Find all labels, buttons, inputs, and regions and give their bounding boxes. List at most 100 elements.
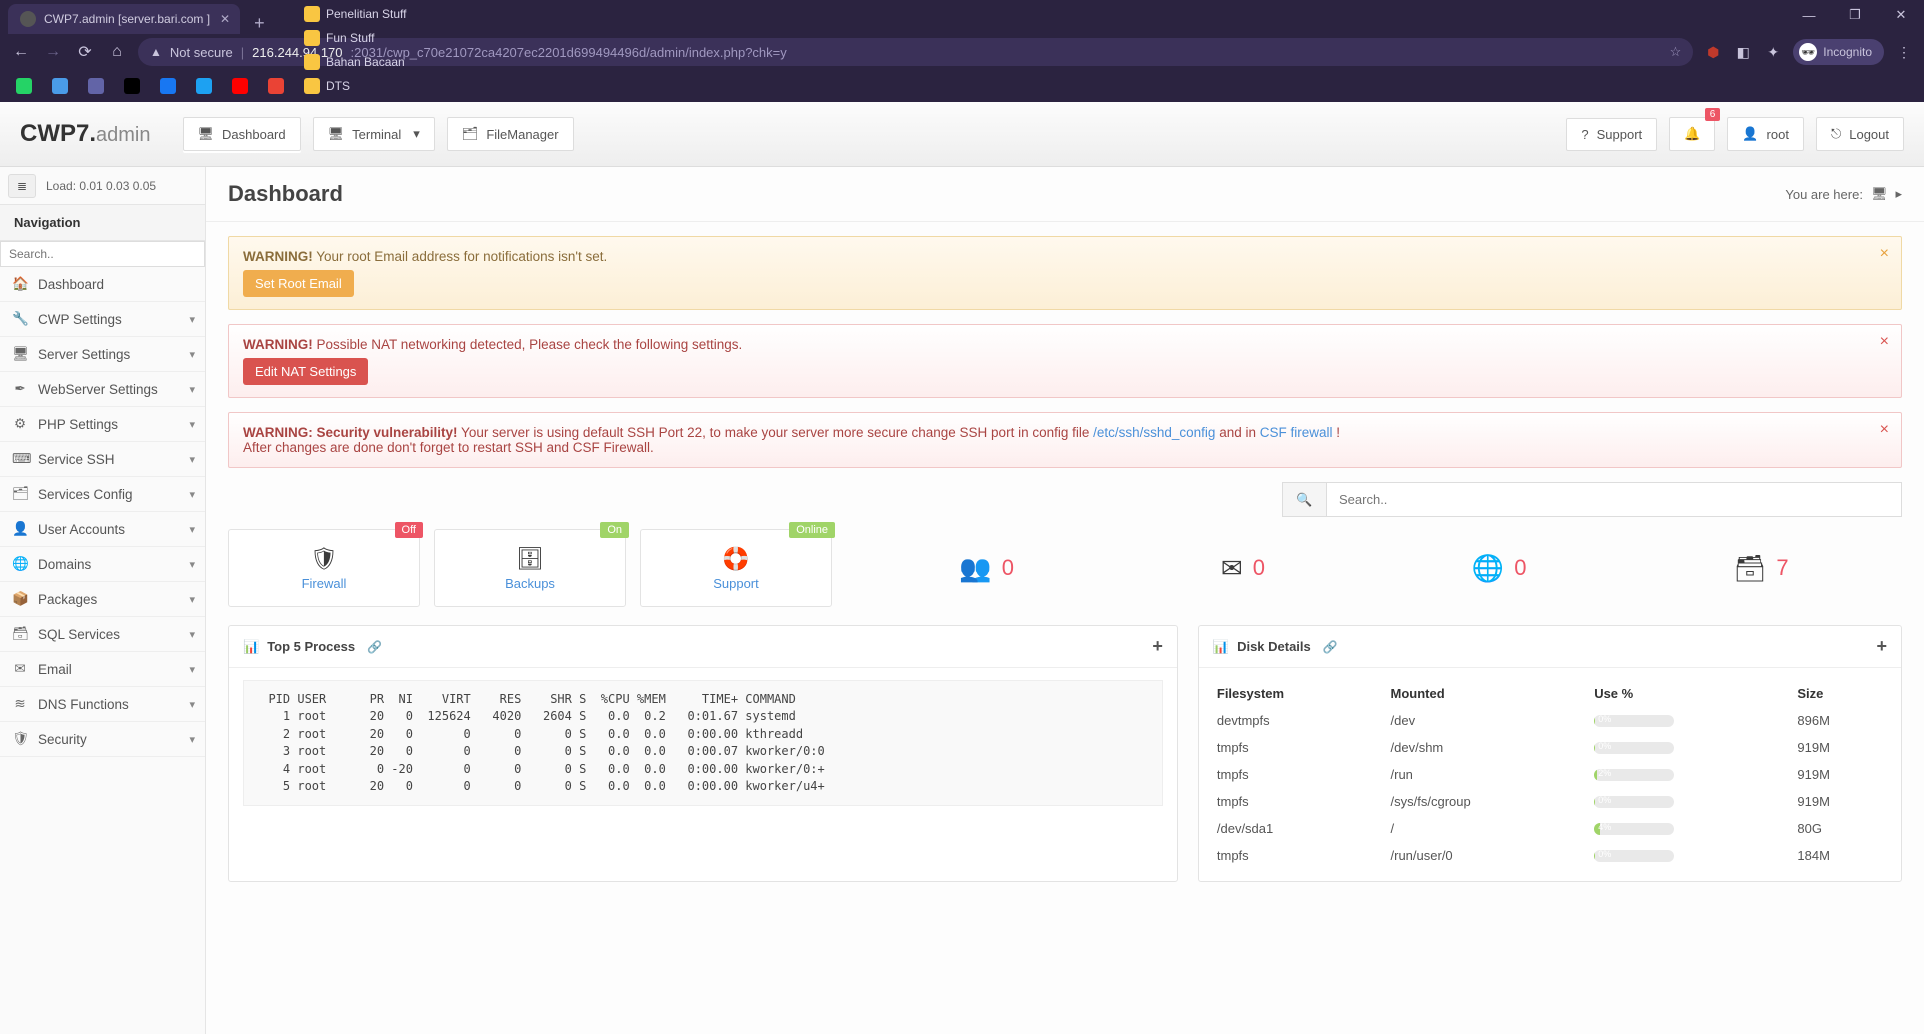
terminal-icon: 🖥 [328, 126, 345, 142]
bookmark-whatsapp[interactable] [10, 74, 38, 98]
backups-card[interactable]: On 🗄 Backups [434, 529, 626, 607]
firewall-card[interactable]: Off 🛡 Firewall [228, 529, 420, 607]
bookmark-folder[interactable]: Bahan Bacaan [298, 50, 423, 74]
url-separator: | [241, 45, 244, 60]
alert-root-email: × WARNING! Your root Email address for n… [228, 236, 1902, 310]
support-card[interactable]: Online 🛟 Support [640, 529, 832, 607]
wrench-icon: 🔧 [12, 311, 28, 327]
cell-use: 2% [1590, 761, 1793, 788]
close-window-icon[interactable]: ✕ [1878, 0, 1924, 30]
back-icon[interactable]: ← [10, 43, 32, 61]
status-badge: Online [789, 522, 835, 538]
forward-icon[interactable]: → [42, 43, 64, 61]
close-icon[interactable]: ✕ [220, 12, 230, 26]
sidebar-item-user-accounts[interactable]: 👤User Accounts▾ [0, 512, 205, 547]
sidebar-item-sql-services[interactable]: 🗃SQL Services▾ [0, 617, 205, 652]
ublock-icon[interactable]: ⬢ [1703, 42, 1723, 62]
sshd-config-link[interactable]: /etc/ssh/sshd_config [1093, 425, 1215, 440]
user-button[interactable]: 👤 root [1727, 117, 1804, 151]
sidebar-item-server-settings[interactable]: 🖥Server Settings▾ [0, 337, 205, 372]
csf-firewall-link[interactable]: CSF firewall [1260, 425, 1333, 440]
toolbar-right: ⬢ ◧ ✦ 🕶 Incognito ⋮ [1703, 39, 1914, 65]
nav-search-input[interactable] [0, 241, 205, 267]
terminal-button[interactable]: 🖥 Terminal ▾ [313, 117, 435, 151]
sidebar-item-services-config[interactable]: 🗂Services Config▾ [0, 477, 205, 512]
minimize-icon[interactable]: — [1786, 0, 1832, 30]
link-icon[interactable]: 🔗 [367, 640, 382, 654]
sidebar-item-dns-functions[interactable]: ≋DNS Functions▾ [0, 687, 205, 722]
package-icon: 📦 [12, 591, 28, 607]
bookmark-facebook[interactable] [154, 74, 182, 98]
sidebar-item-label: Packages [38, 592, 97, 607]
search-input[interactable] [1326, 482, 1902, 517]
logout-button[interactable]: ⎋ Logout [1816, 117, 1904, 151]
notifications-button[interactable]: 🔔 6 [1669, 117, 1715, 151]
bookmark-app2[interactable] [82, 74, 110, 98]
sidebar-item-security[interactable]: 🛡Security▾ [0, 722, 205, 757]
alert-text: and in [1215, 425, 1259, 440]
reload-icon[interactable]: ⟳ [74, 42, 96, 62]
progress-bar: 0% [1594, 715, 1674, 727]
sidebar-item-domains[interactable]: 🌐Domains▾ [0, 547, 205, 582]
extension-icon[interactable]: ◧ [1733, 42, 1753, 62]
not-secure-icon: ▲ [150, 45, 162, 59]
users-icon: 👥 [959, 553, 991, 584]
bookmark-9gag[interactable] [118, 74, 146, 98]
sidebar-item-cwp-settings[interactable]: 🔧CWP Settings▾ [0, 302, 205, 337]
sidebar-item-packages[interactable]: 📦Packages▾ [0, 582, 205, 617]
close-icon[interactable]: × [1880, 245, 1889, 263]
stat-domains[interactable]: 🌐0 [1472, 553, 1527, 584]
home-icon[interactable]: ⌂ [106, 43, 128, 61]
maximize-icon[interactable]: ❐ [1832, 0, 1878, 30]
filemanager-button[interactable]: 🗂 FileManager [447, 117, 574, 151]
support-button[interactable]: ? Support [1566, 118, 1657, 151]
sidebar-item-label: Service SSH [38, 452, 115, 467]
progress-bar: 2% [1594, 769, 1674, 781]
globe-icon: 🌐 [12, 556, 28, 572]
brand-main: CWP7. [20, 120, 96, 147]
plus-icon[interactable]: + [1152, 636, 1163, 657]
progress-bar: 4% [1594, 823, 1674, 835]
plus-icon[interactable]: + [1876, 636, 1887, 657]
search-icon[interactable]: 🔍 [1282, 482, 1326, 517]
close-icon[interactable]: × [1880, 333, 1889, 351]
sidebar-item-webserver-settings[interactable]: ✒WebServer Settings▾ [0, 372, 205, 407]
sidebar-item-service-ssh[interactable]: ⌨Service SSH▾ [0, 442, 205, 477]
database-icon: 🗃 [1733, 553, 1766, 584]
layers-icon: 🗂 [12, 486, 28, 502]
bookmark-twitter[interactable] [190, 74, 218, 98]
alert-bold: WARNING! [243, 249, 313, 264]
stat-value: 0 [1002, 555, 1014, 581]
set-root-email-button[interactable]: Set Root Email [243, 270, 354, 297]
browser-tab[interactable]: CWP7.admin [server.bari.com ] ✕ [8, 4, 240, 34]
cell-use: 4% [1590, 815, 1793, 842]
bookmark-folder[interactable]: DTS [298, 74, 423, 98]
sidebar-item-dashboard[interactable]: 🏠Dashboard [0, 267, 205, 302]
stat-users[interactable]: 👥0 [959, 553, 1014, 584]
table-row: tmpfs/run2%919M [1213, 761, 1887, 788]
cell-fs: tmpfs [1213, 788, 1387, 815]
dashboard-button[interactable]: 🖥 Dashboard [183, 117, 301, 151]
server-icon: 🖥 [12, 346, 28, 362]
new-tab-button[interactable]: + [240, 13, 279, 34]
card-label: Firewall [302, 576, 347, 591]
star-icon[interactable]: ☆ [1670, 44, 1682, 60]
bookmark-youtube[interactable] [226, 74, 254, 98]
search-box: 🔍 [1282, 482, 1902, 517]
bookmark-app[interactable] [46, 74, 74, 98]
stat-db[interactable]: 🗃7 [1733, 553, 1788, 584]
sidebar-item-php-settings[interactable]: ⚙PHP Settings▾ [0, 407, 205, 442]
close-icon[interactable]: × [1880, 421, 1889, 439]
bookmark-gmail[interactable] [262, 74, 290, 98]
edit-nat-button[interactable]: Edit NAT Settings [243, 358, 368, 385]
puzzle-icon[interactable]: ✦ [1763, 42, 1783, 62]
alert-text: Your server is using default SSH Port 22… [458, 425, 1094, 440]
menu-icon[interactable]: ⋮ [1894, 42, 1914, 62]
incognito-badge[interactable]: 🕶 Incognito [1793, 39, 1884, 65]
panel-body: Filesystem Mounted Use % Size devtmpfs/d… [1199, 668, 1901, 881]
link-icon[interactable]: 🔗 [1323, 640, 1338, 654]
sidebar-item-email[interactable]: ✉Email▾ [0, 652, 205, 687]
app-topbar: CWP7.admin 🖥 Dashboard 🖥 Terminal ▾ 🗂 Fi… [0, 102, 1924, 167]
stat-mail[interactable]: ✉0 [1221, 553, 1265, 584]
browser-chrome: CWP7.admin [server.bari.com ] ✕ + — ❐ ✕ … [0, 0, 1924, 102]
